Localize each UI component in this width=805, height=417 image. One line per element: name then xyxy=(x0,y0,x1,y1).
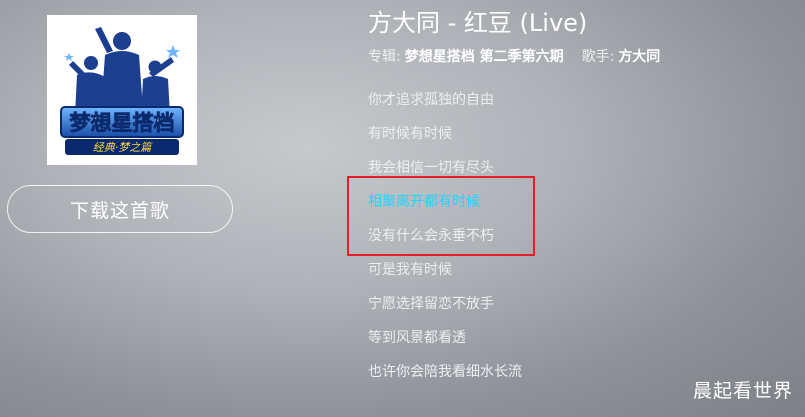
highlight-annotation-box xyxy=(347,176,535,256)
lyric-line: 也许你会陪我看细水长流 xyxy=(368,364,522,380)
lyric-line: 可是我有时候 xyxy=(368,262,452,278)
singer-link[interactable]: 方大同 xyxy=(618,46,660,66)
lyric-line: 等到风景都看透 xyxy=(368,330,466,346)
song-meta: 专辑: 梦想星搭档 第二季第六期 歌手: 方大同 xyxy=(368,46,674,66)
album-label: 专辑: xyxy=(368,49,401,65)
lyric-line: 宁愿选择留恋不放手 xyxy=(368,296,494,312)
watermark: 晨起看世界 xyxy=(692,380,793,402)
album-cover: 梦想星搭档 经典·梦之篇 xyxy=(47,15,197,165)
album-cover-art: 梦想星搭档 经典·梦之篇 xyxy=(60,27,184,155)
cover-logo-text: 梦想星搭档 xyxy=(70,111,175,135)
song-title: 方大同 - 红豆 (Live) xyxy=(368,9,588,37)
lyric-line: 有时候有时候 xyxy=(368,126,452,142)
download-song-button[interactable]: 下载这首歌 xyxy=(7,185,233,233)
album-link[interactable]: 梦想星搭档 第二季第六期 xyxy=(405,46,564,66)
singer-label: 歌手: xyxy=(581,49,615,65)
cover-logo-subtitle: 经典·梦之篇 xyxy=(93,141,153,154)
lyric-line: 你才追求孤独的自由 xyxy=(368,92,494,108)
